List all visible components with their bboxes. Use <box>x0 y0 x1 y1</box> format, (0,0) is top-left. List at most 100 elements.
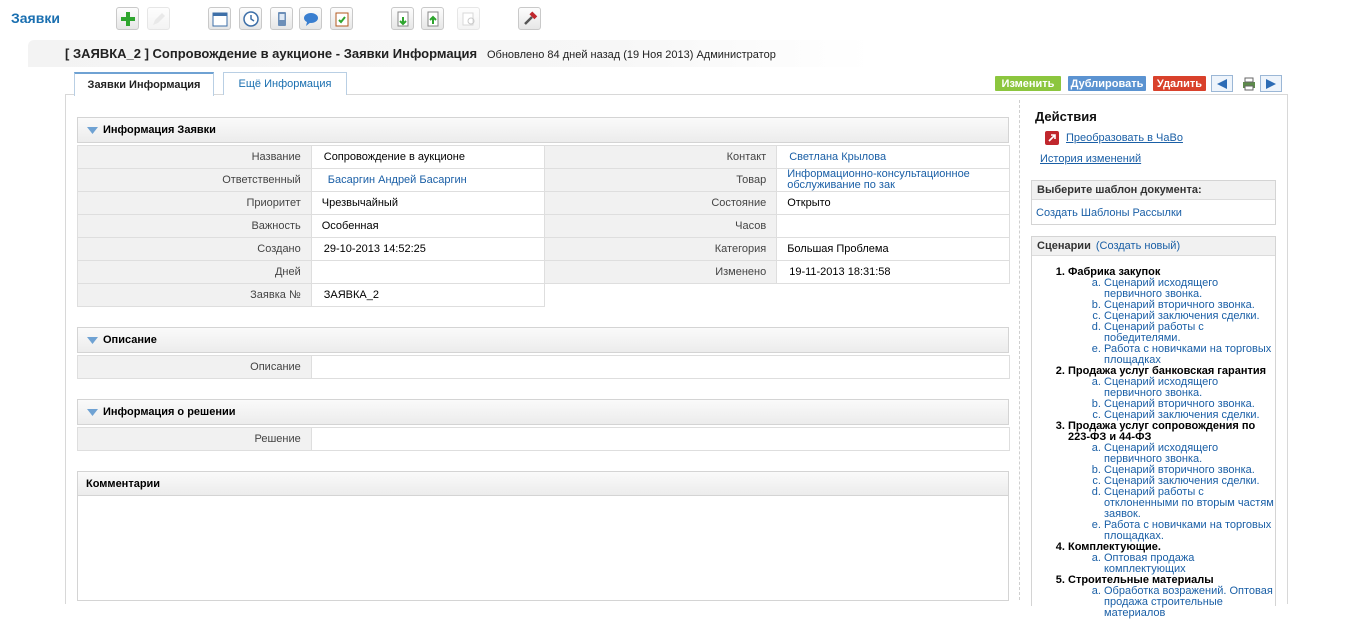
comments-title: Комментарии <box>78 472 1008 496</box>
assigned-link[interactable]: Басаргин Андрей Басаргин <box>328 174 467 186</box>
scenario-link[interactable]: Оптовая продажа комплектующих <box>1104 552 1194 575</box>
table-row: Название Сопровождение в аукционе Контак… <box>77 145 1010 169</box>
template-box: Выберите шаблон документа: Создать Шабло… <box>1031 180 1276 225</box>
hours-label: Часов <box>543 214 778 238</box>
module-title[interactable]: Заявки <box>11 10 60 26</box>
list-item: Сценарий исходящего первичного звонка. <box>1104 278 1277 300</box>
comments-panel: Комментарии <box>77 471 1009 601</box>
solution-label: Решение <box>77 427 312 451</box>
description-value <box>310 355 1011 379</box>
clock-icon[interactable] <box>239 7 262 30</box>
product-label: Товар <box>543 168 778 192</box>
list-item: Работа с новичками на торговых площадках… <box>1104 520 1277 542</box>
scenario-link[interactable]: Сценарий исходящего первичного звонка. <box>1104 442 1218 465</box>
scenario-link[interactable]: Сценарий исходящего первичного звонка. <box>1104 376 1218 399</box>
phone-icon[interactable] <box>270 7 293 30</box>
scenario-group: Комплектующие.Оптовая продажа комплектую… <box>1068 542 1277 575</box>
list-item: Сценарий работы с отклоненными по вторым… <box>1104 487 1277 520</box>
modified-value: 19-11-2013 18:31:58 <box>776 260 1010 284</box>
scenario-group: Продажа услуг сопровождения по 223-ФЗ и … <box>1068 421 1277 542</box>
chevron-down-icon <box>87 408 98 416</box>
priority-value: Чрезвычайный <box>310 191 545 215</box>
chevron-down-icon <box>87 336 98 344</box>
scenario-link[interactable]: Сценарий работы с победителями. <box>1104 321 1204 344</box>
add-icon[interactable] <box>116 7 139 30</box>
create-scenario-link[interactable]: (Создать новый) <box>1096 240 1180 252</box>
export-icon[interactable] <box>421 7 444 30</box>
solution-table: Решение <box>77 427 1011 451</box>
tab-more-info[interactable]: Ещё Информация <box>223 72 347 95</box>
duplicate-button[interactable]: Дублировать <box>1068 76 1146 91</box>
table-row: Важность Особенная Часов <box>77 214 1010 238</box>
convert-action: Преобразовать в ЧаВо <box>1045 131 1183 145</box>
scenarios-box: Сценарии (Создать новый) Фабрика закупок… <box>1031 236 1276 619</box>
clipboard-icon[interactable] <box>330 7 353 30</box>
edit-button[interactable]: Изменить <box>995 76 1061 91</box>
tab-ticket-info[interactable]: Заявки Информация <box>74 72 214 96</box>
scenario-link[interactable]: Работа с новичками на торговых площадках <box>1104 343 1271 366</box>
created-value: 29-10-2013 14:52:25 <box>310 237 545 261</box>
record-title: [ ЗАЯВКА_2 ] Сопровождение в аукционе - … <box>65 46 478 61</box>
status-value: Открыто <box>776 191 1010 215</box>
sidebar-divider <box>1019 100 1020 600</box>
status-label: Состояние <box>543 191 778 215</box>
scenario-group: Продажа услуг банковская гарантияСценари… <box>1068 366 1277 421</box>
prev-icon[interactable] <box>1211 75 1233 92</box>
print-icon[interactable] <box>1238 75 1260 92</box>
import-icon[interactable] <box>391 7 414 30</box>
ticket-no-label: Заявка № <box>77 283 312 307</box>
section-ticket-info-header[interactable]: Информация Заявки <box>77 117 1009 143</box>
modified-label: Изменено <box>543 260 778 284</box>
list-item: Обработка возражений. Оптовая продажа ст… <box>1104 586 1277 619</box>
ticket-no-value: ЗАЯВКА_2 <box>310 283 545 307</box>
change-history-link[interactable]: История изменений <box>1040 153 1141 165</box>
updated-info: Обновлено 84 дней назад (19 Ноя 2013) Ад… <box>487 49 776 61</box>
days-label: Дней <box>77 260 312 284</box>
severity-value: Особенная <box>310 214 545 238</box>
table-row: Решение <box>77 427 1011 451</box>
name-label: Название <box>77 145 312 169</box>
list-item: Оптовая продажа комплектующих <box>1104 553 1277 575</box>
scenario-link[interactable]: Обработка возражений. Оптовая продажа ст… <box>1104 585 1273 619</box>
create-mail-template-link[interactable]: Создать Шаблоны Рассылки <box>1036 207 1182 219</box>
section-solution-header[interactable]: Информация о решении <box>77 399 1009 425</box>
scenario-list: Фабрика закупокСценарий исходящего перви… <box>1052 267 1277 619</box>
table-row: Ответственный Басаргин Андрей Басаргин Т… <box>77 168 1010 192</box>
table-row: Создано 29-10-2013 14:52:25 Категория Бо… <box>77 237 1010 261</box>
list-item: Сценарий исходящего первичного звонка. <box>1104 377 1277 399</box>
scenario-link[interactable]: Сценарий работы с отклоненными по вторым… <box>1104 486 1274 520</box>
settings-hammer-icon[interactable] <box>518 7 541 30</box>
description-label: Описание <box>77 355 312 379</box>
severity-label: Важность <box>77 214 312 238</box>
days-value <box>310 260 545 284</box>
calendar-icon[interactable] <box>208 7 231 30</box>
delete-button[interactable]: Удалить <box>1153 76 1206 91</box>
find-duplicates-icon <box>457 7 480 30</box>
scenario-link[interactable]: Работа с новичками на торговых площадках… <box>1104 519 1271 542</box>
table-row: Приоритет Чрезвычайный Состояние Открыто <box>77 191 1010 215</box>
convert-icon <box>1045 131 1059 145</box>
next-icon[interactable] <box>1260 75 1282 92</box>
priority-label: Приоритет <box>77 191 312 215</box>
actions-title: Действия <box>1035 109 1097 124</box>
chat-icon[interactable] <box>299 7 322 30</box>
assigned-label: Ответственный <box>77 168 312 192</box>
list-item: Работа с новичками на торговых площадках <box>1104 344 1277 366</box>
template-box-title: Выберите шаблон документа: <box>1032 181 1275 200</box>
section-title: Информация о решении <box>103 406 236 418</box>
product-link[interactable]: Информационно-консультационное обслужива… <box>787 168 970 191</box>
contact-link[interactable]: Светлана Крылова <box>789 151 886 163</box>
table-row: Описание <box>77 355 1011 379</box>
ticket-info-table: Название Сопровождение в аукционе Контак… <box>77 145 1010 307</box>
scenario-link[interactable]: Сценарий исходящего первичного звонка. <box>1104 277 1218 300</box>
description-table: Описание <box>77 355 1011 379</box>
scenario-group-title: Продажа услуг сопровождения по 223-ФЗ и … <box>1068 420 1256 443</box>
table-row: Дней Изменено 19-11-2013 18:31:58 <box>77 260 1010 284</box>
name-value: Сопровождение в аукционе <box>310 145 545 169</box>
created-label: Создано <box>77 237 312 261</box>
section-title: Описание <box>103 334 157 346</box>
solution-value <box>310 427 1011 451</box>
convert-to-faq-link[interactable]: Преобразовать в ЧаВо <box>1066 132 1183 144</box>
section-description-header[interactable]: Описание <box>77 327 1009 353</box>
category-label: Категория <box>543 237 778 261</box>
